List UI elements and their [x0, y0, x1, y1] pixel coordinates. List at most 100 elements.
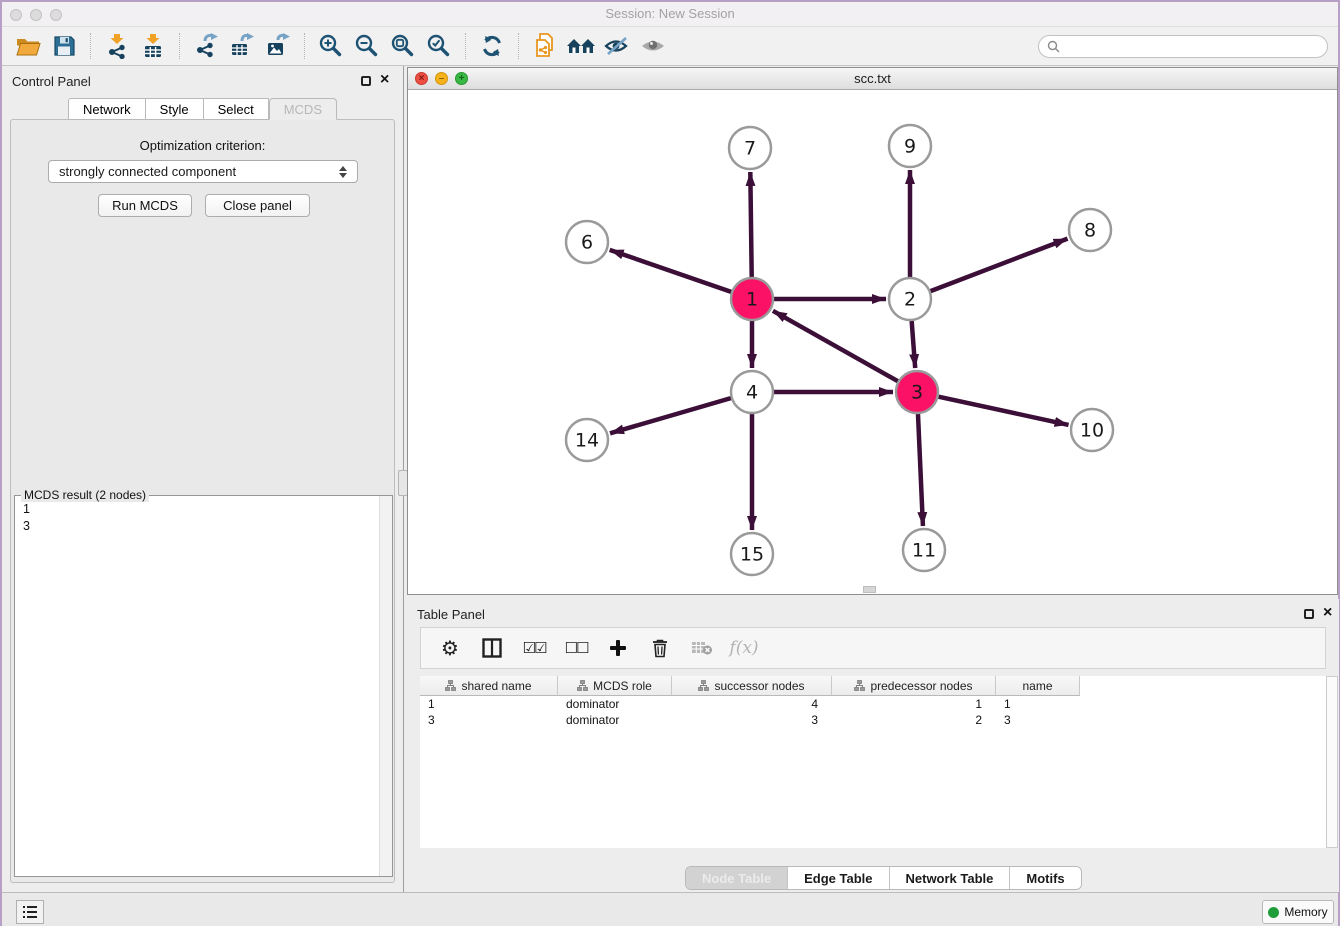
main-toolbar	[2, 27, 1338, 66]
save-session-icon[interactable]	[46, 30, 82, 62]
run-mcds-button[interactable]: Run MCDS	[98, 194, 192, 217]
graph-node-15[interactable]: 15	[731, 533, 773, 575]
export-table-icon[interactable]	[224, 30, 260, 62]
graph-node-4[interactable]: 4	[731, 371, 773, 413]
toolbar-separator	[90, 33, 91, 59]
app-window: Session: New Session	[0, 0, 1340, 926]
close-panel-icon[interactable]: ×	[380, 72, 389, 88]
tab-motifs[interactable]: Motifs	[1009, 867, 1080, 889]
graph-node-1[interactable]: 1	[731, 278, 773, 320]
tab-network-table[interactable]: Network Table	[889, 867, 1010, 889]
column-header-MCDS-role[interactable]: MCDS role	[558, 676, 672, 696]
select-all-icon[interactable]: ☑☑	[521, 635, 547, 661]
column-header-name[interactable]: name	[996, 676, 1080, 696]
graph-edge-2-3[interactable]	[912, 321, 916, 368]
network-file-icon[interactable]	[527, 30, 563, 62]
graph-edge-1-6[interactable]	[610, 250, 732, 292]
tab-edge-table[interactable]: Edge Table	[787, 867, 888, 889]
canvas-resize-grip[interactable]	[863, 586, 876, 593]
toolbar-separator	[518, 33, 519, 59]
toolbar-separator	[179, 33, 180, 59]
search-input[interactable]	[1065, 39, 1319, 53]
column-visibility-icon[interactable]	[479, 635, 505, 661]
tab-mcds[interactable]: MCDS	[269, 98, 337, 120]
zoom-in-icon[interactable]	[313, 30, 349, 62]
graph-node-3[interactable]: 3	[896, 371, 938, 413]
add-column-icon[interactable]	[605, 635, 631, 661]
table-cell[interactable]: 2	[832, 712, 996, 728]
apply-function-icon[interactable]: f(x)	[731, 635, 757, 661]
graph-node-label: 4	[746, 382, 758, 404]
graph-edge-3-11[interactable]	[918, 414, 923, 526]
zoom-out-icon[interactable]	[349, 30, 385, 62]
table-scrollbar[interactable]	[1326, 676, 1338, 848]
graph-node-2[interactable]: 2	[889, 278, 931, 320]
table-row[interactable]: 3dominator323	[420, 712, 1326, 728]
export-image-icon[interactable]	[260, 30, 296, 62]
column-header-shared-name[interactable]: shared name	[420, 676, 558, 696]
home-icon[interactable]	[563, 30, 599, 62]
network-canvas[interactable]: 7 9 6 8 1 2 4 3 14 10 15 11	[408, 90, 1337, 594]
task-history-button[interactable]	[16, 900, 44, 924]
graph-node-label: 7	[744, 138, 756, 160]
search-box[interactable]	[1038, 35, 1328, 58]
column-header-label: name	[1022, 679, 1052, 693]
column-header-label: predecessor nodes	[870, 679, 972, 693]
close-panel-button[interactable]: Close panel	[205, 194, 310, 217]
zoom-fit-icon[interactable]	[385, 30, 421, 62]
table-cell[interactable]: 1	[832, 696, 996, 712]
column-header-successor-nodes[interactable]: successor nodes	[672, 676, 832, 696]
network-window-titlebar[interactable]: × – + scc.txt	[408, 68, 1337, 90]
graph-edge-2-8[interactable]	[931, 239, 1068, 292]
memory-button[interactable]: Memory	[1262, 900, 1334, 924]
graph-node-14[interactable]: 14	[566, 419, 608, 461]
graph-edge-1-7[interactable]	[750, 172, 751, 277]
graph-node-7[interactable]: 7	[729, 127, 771, 169]
delete-table-icon[interactable]	[689, 635, 715, 661]
window-titlebar: Session: New Session	[2, 2, 1338, 27]
graph-node-label: 2	[904, 289, 916, 311]
float-panel-icon[interactable]	[1304, 609, 1314, 619]
hide-selected-icon[interactable]	[599, 30, 635, 62]
import-network-icon[interactable]	[99, 30, 135, 62]
column-header-predecessor-nodes[interactable]: predecessor nodes	[832, 676, 996, 696]
refresh-icon[interactable]	[474, 30, 510, 62]
tab-select[interactable]: Select	[204, 98, 269, 120]
table-cell[interactable]: dominator	[558, 712, 672, 728]
table-cell[interactable]: 3	[996, 712, 1080, 728]
tab-node-table[interactable]: Node Table	[686, 867, 787, 889]
result-scrollbar[interactable]	[379, 496, 392, 876]
table-cell[interactable]: 3	[672, 712, 832, 728]
graph-node-11[interactable]: 11	[903, 529, 945, 571]
zoom-selected-icon[interactable]	[421, 30, 457, 62]
open-session-icon[interactable]	[10, 30, 46, 62]
graph-edge-4-14[interactable]	[610, 398, 731, 433]
mcds-panel: Optimization criterion: strongly connect…	[10, 119, 395, 883]
table-cell[interactable]: 4	[672, 696, 832, 712]
tab-network[interactable]: Network	[68, 98, 146, 120]
table-cell[interactable]: 3	[420, 712, 558, 728]
table-row[interactable]: 1dominator411	[420, 696, 1326, 712]
criterion-select[interactable]: strongly connected component	[48, 160, 358, 183]
close-panel-icon[interactable]: ×	[1323, 605, 1332, 621]
table-settings-icon[interactable]: ⚙	[437, 635, 463, 661]
table-cell[interactable]: dominator	[558, 696, 672, 712]
export-network-icon[interactable]	[188, 30, 224, 62]
window-title: Session: New Session	[2, 6, 1338, 21]
tab-style[interactable]: Style	[146, 98, 204, 120]
table-cell[interactable]: 1	[996, 696, 1080, 712]
table-cell[interactable]: 1	[420, 696, 558, 712]
deselect-all-icon[interactable]: ☐☐	[563, 635, 589, 661]
graph-edge-3-1[interactable]	[773, 311, 898, 381]
graph-node-6[interactable]: 6	[566, 221, 608, 263]
float-panel-icon[interactable]	[361, 76, 371, 86]
import-table-icon[interactable]	[135, 30, 171, 62]
graph-node-label: 8	[1084, 220, 1096, 242]
graph-node-9[interactable]: 9	[889, 125, 931, 167]
delete-column-icon[interactable]	[647, 635, 673, 661]
show-all-icon[interactable]	[635, 30, 671, 62]
table-body: 1dominator4113dominator323	[420, 696, 1326, 728]
graph-node-10[interactable]: 10	[1071, 409, 1113, 451]
graph-node-8[interactable]: 8	[1069, 209, 1111, 251]
graph-edge-3-10[interactable]	[938, 397, 1068, 425]
